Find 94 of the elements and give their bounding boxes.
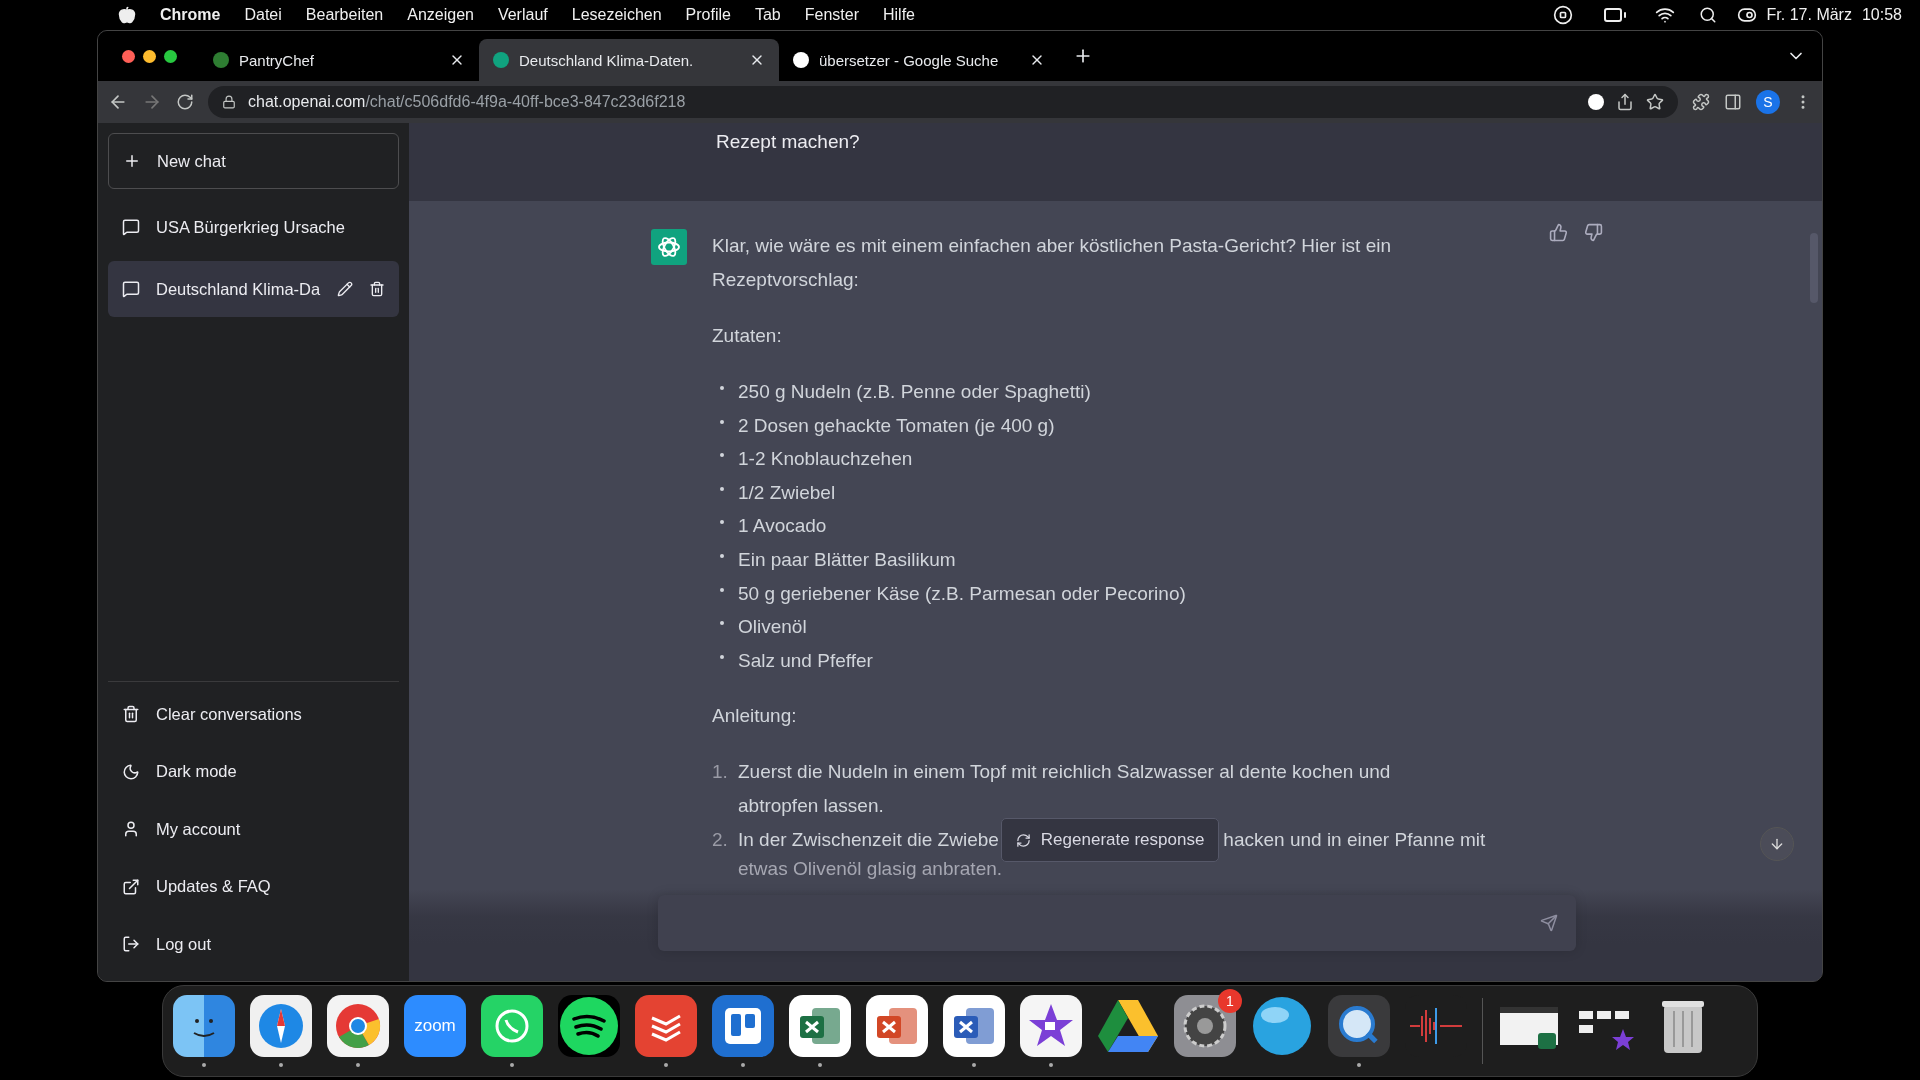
chat-bubble-icon — [122, 218, 140, 236]
dock-app-icon[interactable] — [712, 995, 774, 1057]
step-text: etwas Olivenöl glasig anbraten. — [738, 857, 1003, 882]
minimize-window-icon[interactable] — [143, 49, 156, 63]
address-bar[interactable]: chat.openai.com/chat/c506dfd6-4f9a-40ff-bce3-847c23d6f218 — [208, 86, 1678, 118]
zoom-window-icon[interactable] — [164, 49, 177, 63]
ingredient-item: Ein paar Blätter Basilikum — [738, 547, 956, 572]
url-text: chat.openai.com/chat/c506dfd6-4f9a-40ff-bce3-847c23d6f218 — [248, 93, 686, 111]
step-number: 1. — [712, 760, 726, 785]
section-heading: Anleitung: — [712, 704, 798, 729]
side-panel-icon[interactable] — [1724, 93, 1742, 111]
dock-app-icon[interactable] — [1174, 995, 1236, 1057]
ingredient-item: Olivenöl — [738, 615, 807, 640]
moon-icon — [122, 762, 140, 781]
sidebar-menu-item[interactable]: Dark mode — [108, 743, 399, 801]
step-text: hacken und in einer Pfanne mit — [1223, 828, 1486, 853]
notification-badge: 1 — [1218, 989, 1242, 1013]
new-chat-button[interactable]: New chat — [108, 133, 399, 189]
dock-app-icon[interactable] — [250, 995, 312, 1057]
user-message: Rezept machen? — [716, 131, 860, 154]
menu-item[interactable]: Lesezeichen — [571, 6, 662, 24]
delete-icon[interactable] — [369, 281, 385, 297]
dock-app-icon[interactable] — [173, 995, 235, 1057]
assistant-logo-icon — [651, 229, 687, 265]
lock-icon — [222, 95, 236, 109]
favicon-icon — [493, 52, 509, 68]
step-text: In der Zwischenzeit die Zwiebe — [738, 828, 999, 853]
dock-app-icon[interactable] — [1020, 995, 1082, 1057]
ingredient-item: 2 Dosen gehackte Tomaten (je 400 g) — [738, 413, 1055, 438]
section-heading: Zutaten: — [712, 324, 783, 348]
dock-app-icon[interactable] — [558, 995, 620, 1057]
apple-icon[interactable] — [118, 6, 136, 24]
sidebar-menu-item[interactable]: Log out — [108, 915, 399, 973]
conversation-item[interactable]: Deutschland Klima-Da — [108, 261, 399, 317]
browser-tab[interactable]: Deutschland Klima-Daten. — [479, 39, 779, 81]
dock-app-icon[interactable] — [1328, 995, 1390, 1057]
chat-bubble-icon — [122, 280, 140, 298]
sidebar-menu-item[interactable]: Updates & FAQ — [108, 858, 399, 916]
plus-icon — [123, 152, 141, 170]
assistant-message: Klar, wie wäre es mit einem einfachen aber köstlichen Pasta-Gericht? Hier ist ein Rezeptvorschlag: — [712, 234, 1393, 292]
favicon-icon — [213, 52, 229, 68]
thumbs-up-icon[interactable] — [1549, 223, 1568, 242]
dock-app-icon[interactable] — [866, 995, 928, 1057]
ingredient-item: 50 g geriebener Käse (z.B. Parmesan oder Pecorino) — [738, 581, 1186, 606]
logout-icon — [122, 935, 140, 954]
bookmark-icon[interactable] — [1646, 93, 1664, 111]
record-icon[interactable] — [1552, 5, 1573, 25]
favicon-icon — [793, 52, 809, 68]
sidebar-menu-item[interactable]: My account — [108, 800, 399, 858]
menu-item[interactable]: Fenster — [804, 6, 859, 24]
ingredient-item: Salz und Pfeffer — [738, 648, 873, 673]
share-icon[interactable] — [1616, 93, 1634, 111]
ingredient-item: 1/2 Zwiebel — [738, 480, 836, 505]
close-window-icon[interactable] — [122, 49, 135, 63]
dock-app-icon[interactable] — [1251, 995, 1313, 1057]
menu-item[interactable]: Chrome — [160, 6, 221, 24]
message-input[interactable] — [658, 895, 1576, 951]
external-link-icon — [122, 877, 140, 896]
menu-bar-clock: 10:58 — [1861, 6, 1902, 24]
dock-app-icon[interactable] — [789, 995, 851, 1057]
step-text: Zuerst die Nudeln in einem Topf mit reichlich Salzwasser al dente kochen und abtropfen lassen. — [738, 760, 1392, 819]
menu-bar-date: Fr. 17. März — [1766, 6, 1852, 24]
menu-item[interactable]: Datei — [244, 6, 282, 24]
profile-avatar[interactable]: S — [1756, 90, 1780, 114]
dock-app-icon[interactable] — [327, 995, 389, 1057]
wifi-icon[interactable] — [1654, 5, 1675, 25]
dock-app-icon[interactable] — [481, 995, 543, 1057]
send-icon[interactable] — [1540, 914, 1558, 932]
dock-app-icon[interactable] — [943, 995, 1005, 1057]
control-center-icon[interactable] — [1736, 5, 1757, 25]
step-number: 2. — [712, 828, 726, 853]
thumbs-down-icon[interactable] — [1584, 223, 1603, 242]
ingredient-item: 1 Avocado — [738, 514, 827, 539]
sidebar-menu-item[interactable]: Clear conversations — [108, 685, 399, 743]
menu-item[interactable]: Tab — [754, 6, 781, 24]
regenerate-button[interactable]: Regenerate response — [1000, 818, 1220, 863]
conversation-item[interactable]: USA Bürgerkrieg Ursache — [108, 199, 399, 255]
browser-tab[interactable]: PantryChef — [199, 39, 479, 81]
menu-item[interactable]: Verlauf — [497, 6, 548, 24]
edit-icon[interactable] — [337, 281, 353, 297]
refresh-icon — [1015, 832, 1031, 848]
reload-icon[interactable] — [176, 93, 194, 111]
menu-item[interactable]: Bearbeiten — [305, 6, 384, 24]
menu-item[interactable]: Anzeigen — [407, 6, 474, 24]
menu-item[interactable]: Hilfe — [883, 6, 915, 24]
ingredient-item: 1-2 Knoblauchzehen — [738, 447, 913, 472]
trash-icon — [122, 705, 140, 724]
user-icon — [122, 820, 140, 839]
ingredient-item: 250 g Nudeln (z.B. Penne oder Spaghetti) — [738, 380, 1091, 404]
dock-app-icon[interactable] — [635, 995, 697, 1057]
search-icon[interactable] — [1698, 6, 1717, 24]
browser-tab[interactable]: übersetzer - Google Suche — [779, 39, 1059, 81]
menu-item[interactable]: Profile — [685, 6, 731, 24]
extensions-icon[interactable] — [1692, 93, 1710, 111]
